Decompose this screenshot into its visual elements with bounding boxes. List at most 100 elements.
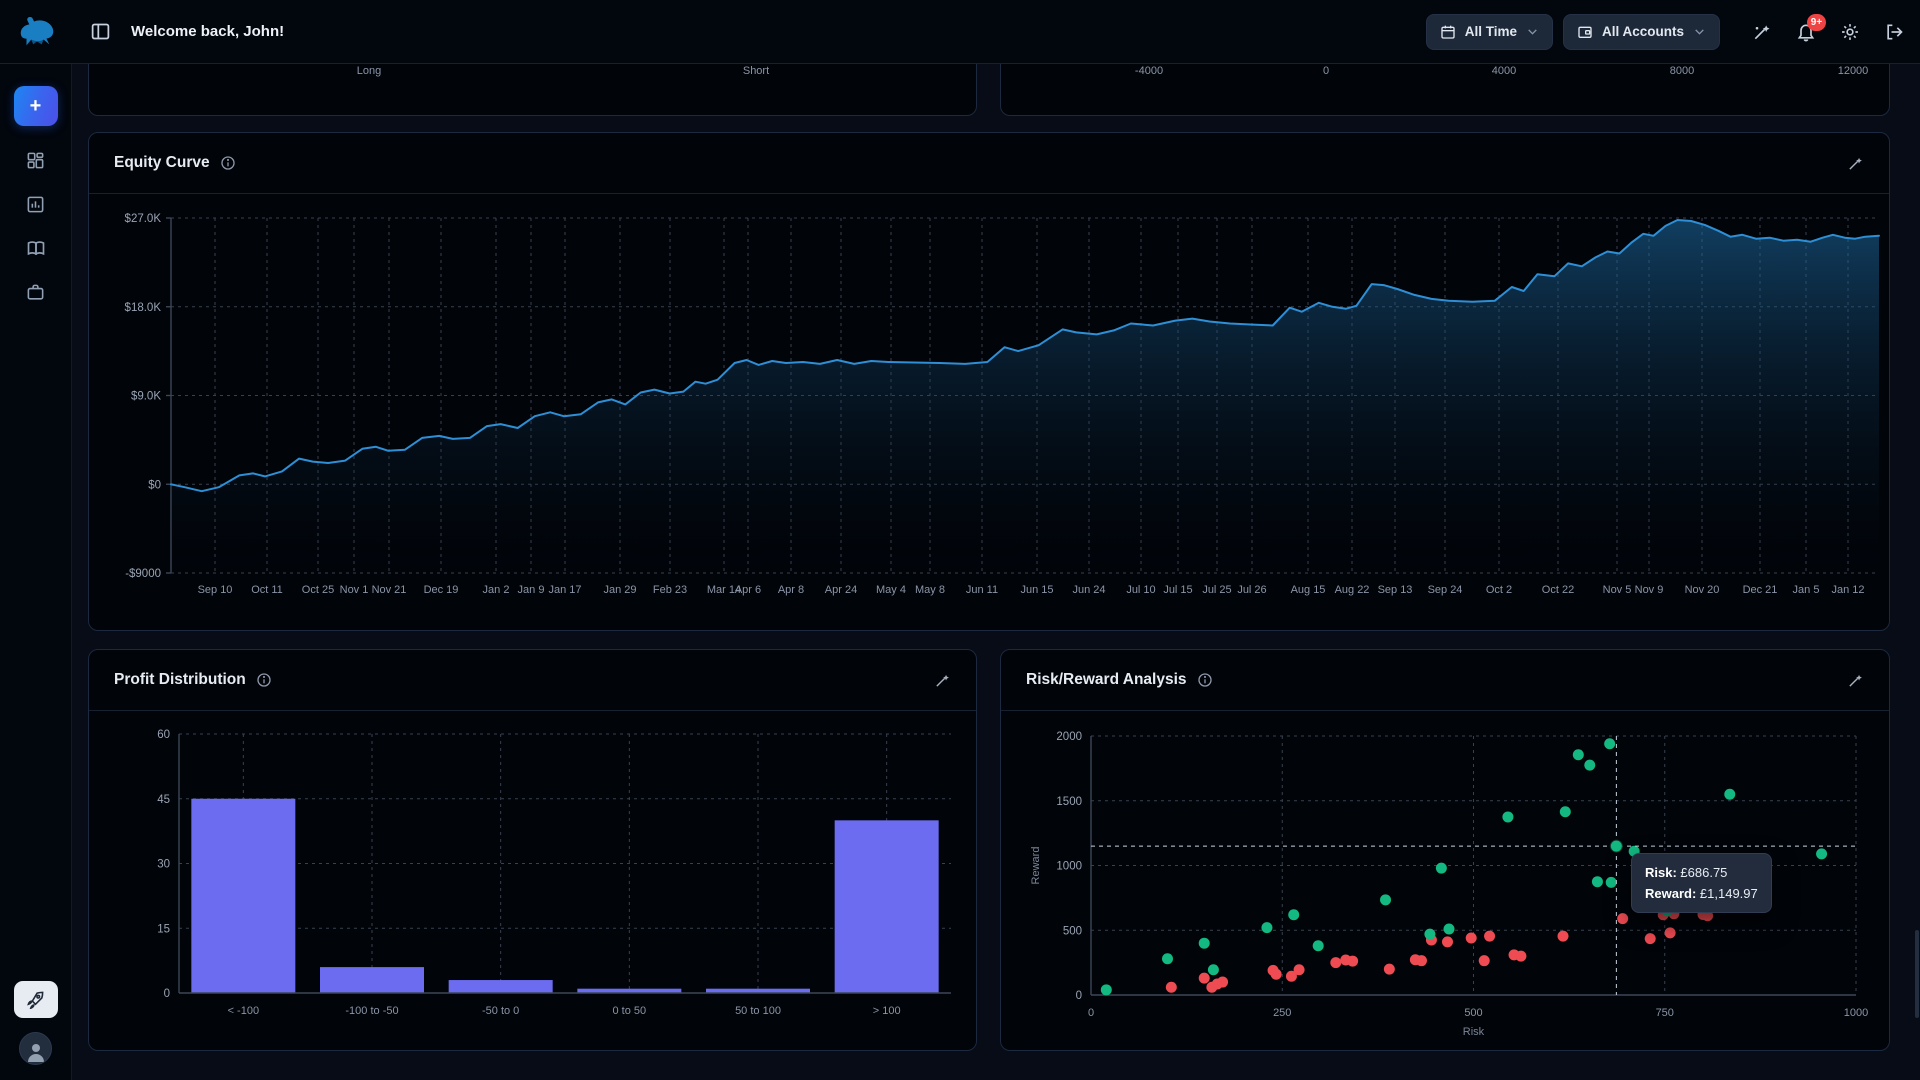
scatter-point-win[interactable] <box>1313 940 1324 951</box>
scatter-point-win[interactable] <box>1584 760 1595 771</box>
x-axis-date-label: Jul 15 <box>1163 584 1192 596</box>
notifications-bell-icon[interactable]: 9+ <box>1796 22 1816 42</box>
magic-wand-icon[interactable] <box>1847 672 1864 689</box>
y-axis-label: $0 <box>148 479 161 491</box>
tooltip-reward-row: Reward: £1,149.97 <box>1645 883 1758 904</box>
logout-icon[interactable] <box>1884 22 1904 42</box>
scatter-point-loss[interactable] <box>1466 933 1477 944</box>
info-icon[interactable] <box>1197 672 1213 688</box>
scatter-point-win[interactable] <box>1573 749 1584 760</box>
x-axis-date-label: Jun 11 <box>966 584 998 596</box>
sidebar-item-portfolio[interactable] <box>26 282 46 302</box>
equity-curve-card: Equity Curve Sep 10Oct 11Oct 25Nov 1Nov … <box>88 132 1890 631</box>
scatter-point-loss[interactable] <box>1330 957 1341 968</box>
scatter-point-loss[interactable] <box>1515 951 1526 962</box>
scatter-point-win[interactable] <box>1604 738 1615 749</box>
magic-wand-icon[interactable] <box>1752 22 1772 42</box>
x-axis-date-label: Oct 25 <box>302 584 334 596</box>
scatter-point-loss[interactable] <box>1484 931 1495 942</box>
calendar-icon <box>1440 24 1456 40</box>
equity-curve-chart[interactable]: Sep 10Oct 11Oct 25Nov 1Nov 21Dec 19Jan 2… <box>89 195 1889 631</box>
sidebar-item-journal[interactable] <box>26 238 46 258</box>
sidebar-item-analytics[interactable] <box>26 194 46 214</box>
time-filter-button[interactable]: All Time <box>1426 14 1553 50</box>
profit-bar[interactable] <box>320 967 424 993</box>
axis-tick-label: Long <box>357 65 381 77</box>
scatter-point-loss[interactable] <box>1416 955 1427 966</box>
y-axis-label: $18.0K <box>125 302 162 314</box>
x-axis-label: 250 <box>1273 1007 1291 1019</box>
profit-distribution-chart[interactable]: 015304560< -100-100 to -50-50 to 00 to 5… <box>89 712 976 1051</box>
user-avatar[interactable] <box>19 1032 52 1065</box>
x-axis-label: 0 <box>1088 1007 1094 1019</box>
app-logo[interactable] <box>0 13 72 51</box>
scatter-point-loss[interactable] <box>1384 964 1395 975</box>
settings-gear-icon[interactable] <box>1840 22 1860 42</box>
upgrade-rocket-button[interactable] <box>14 981 58 1018</box>
scatter-point-win[interactable] <box>1724 789 1735 800</box>
sidebar: + <box>0 64 72 1080</box>
info-icon[interactable] <box>256 672 272 688</box>
x-axis-label: 500 <box>1464 1007 1482 1019</box>
scatter-point-loss[interactable] <box>1645 933 1656 944</box>
sidebar-item-dashboard[interactable] <box>26 150 46 170</box>
scatter-point-loss[interactable] <box>1199 973 1210 984</box>
x-axis-date-label: Aug 15 <box>1291 584 1326 596</box>
scatter-point-loss[interactable] <box>1617 913 1628 924</box>
scatter-point-loss[interactable] <box>1294 964 1305 975</box>
top-bar: Welcome back, John! All Time All Account… <box>0 0 1920 64</box>
scatter-point-loss[interactable] <box>1271 969 1282 980</box>
magic-wand-icon[interactable] <box>1847 155 1864 172</box>
scatter-point-loss[interactable] <box>1166 982 1177 993</box>
y-axis-label: 0 <box>164 988 170 1000</box>
profit-bar[interactable] <box>191 799 295 993</box>
scatter-point-win[interactable] <box>1101 984 1112 995</box>
x-axis-date-label: Dec 19 <box>424 584 459 596</box>
account-filter-button[interactable]: All Accounts <box>1563 14 1720 50</box>
scatter-point-win[interactable] <box>1208 964 1219 975</box>
scatter-point-win[interactable] <box>1592 876 1603 887</box>
scatter-point-win[interactable] <box>1261 922 1272 933</box>
x-axis-category-label: < -100 <box>228 1005 259 1017</box>
x-axis-date-label: Jul 26 <box>1237 584 1266 596</box>
scatter-point-loss[interactable] <box>1479 955 1490 966</box>
scatter-point-loss[interactable] <box>1217 977 1228 988</box>
scatter-point-loss[interactable] <box>1665 927 1676 938</box>
x-axis-date-label: Jul 25 <box>1202 584 1231 596</box>
scatter-point-loss[interactable] <box>1558 931 1569 942</box>
scatter-point-win[interactable] <box>1199 938 1210 949</box>
profit-bar[interactable] <box>835 820 939 993</box>
scatter-point-win[interactable] <box>1380 894 1391 905</box>
scatter-point-hovered[interactable] <box>1610 840 1622 852</box>
profit-bar[interactable] <box>449 980 553 993</box>
x-axis-date-label: Nov 9 <box>1635 584 1664 596</box>
scatter-point-win[interactable] <box>1162 953 1173 964</box>
scatter-point-win[interactable] <box>1436 863 1447 874</box>
info-icon[interactable] <box>220 155 236 171</box>
magic-wand-icon[interactable] <box>934 672 951 689</box>
scatter-point-loss[interactable] <box>1347 956 1358 967</box>
scatter-point-win[interactable] <box>1502 811 1513 822</box>
chevron-down-icon <box>1526 25 1539 38</box>
scatter-point-win[interactable] <box>1606 877 1617 888</box>
scatter-point-win[interactable] <box>1816 848 1827 859</box>
card-title: Profit Distribution <box>114 671 246 689</box>
y-axis-label: 30 <box>157 859 170 871</box>
page-scrollbar-thumb[interactable] <box>1915 930 1919 1018</box>
briefcase-icon <box>26 283 45 302</box>
add-trade-button[interactable]: + <box>14 86 58 126</box>
scatter-point-loss[interactable] <box>1442 936 1453 947</box>
x-axis-date-label: Sep 10 <box>198 584 233 596</box>
scatter-point-win[interactable] <box>1444 923 1455 934</box>
scatter-point-win[interactable] <box>1560 806 1571 817</box>
x-axis-date-label: Jan 29 <box>603 584 636 596</box>
x-axis-date-label: Oct 2 <box>1486 584 1512 596</box>
y-axis-label: 0 <box>1076 990 1082 1002</box>
x-axis-label: 1000 <box>1844 1007 1868 1019</box>
scatter-point-win[interactable] <box>1288 909 1299 920</box>
filter-buttons: All Time All Accounts <box>1426 14 1720 50</box>
sidebar-toggle-icon[interactable] <box>90 21 111 42</box>
x-axis-category-label: -100 to -50 <box>345 1005 398 1017</box>
x-axis-date-label: Apr 24 <box>825 584 857 596</box>
scatter-point-win[interactable] <box>1424 929 1435 940</box>
